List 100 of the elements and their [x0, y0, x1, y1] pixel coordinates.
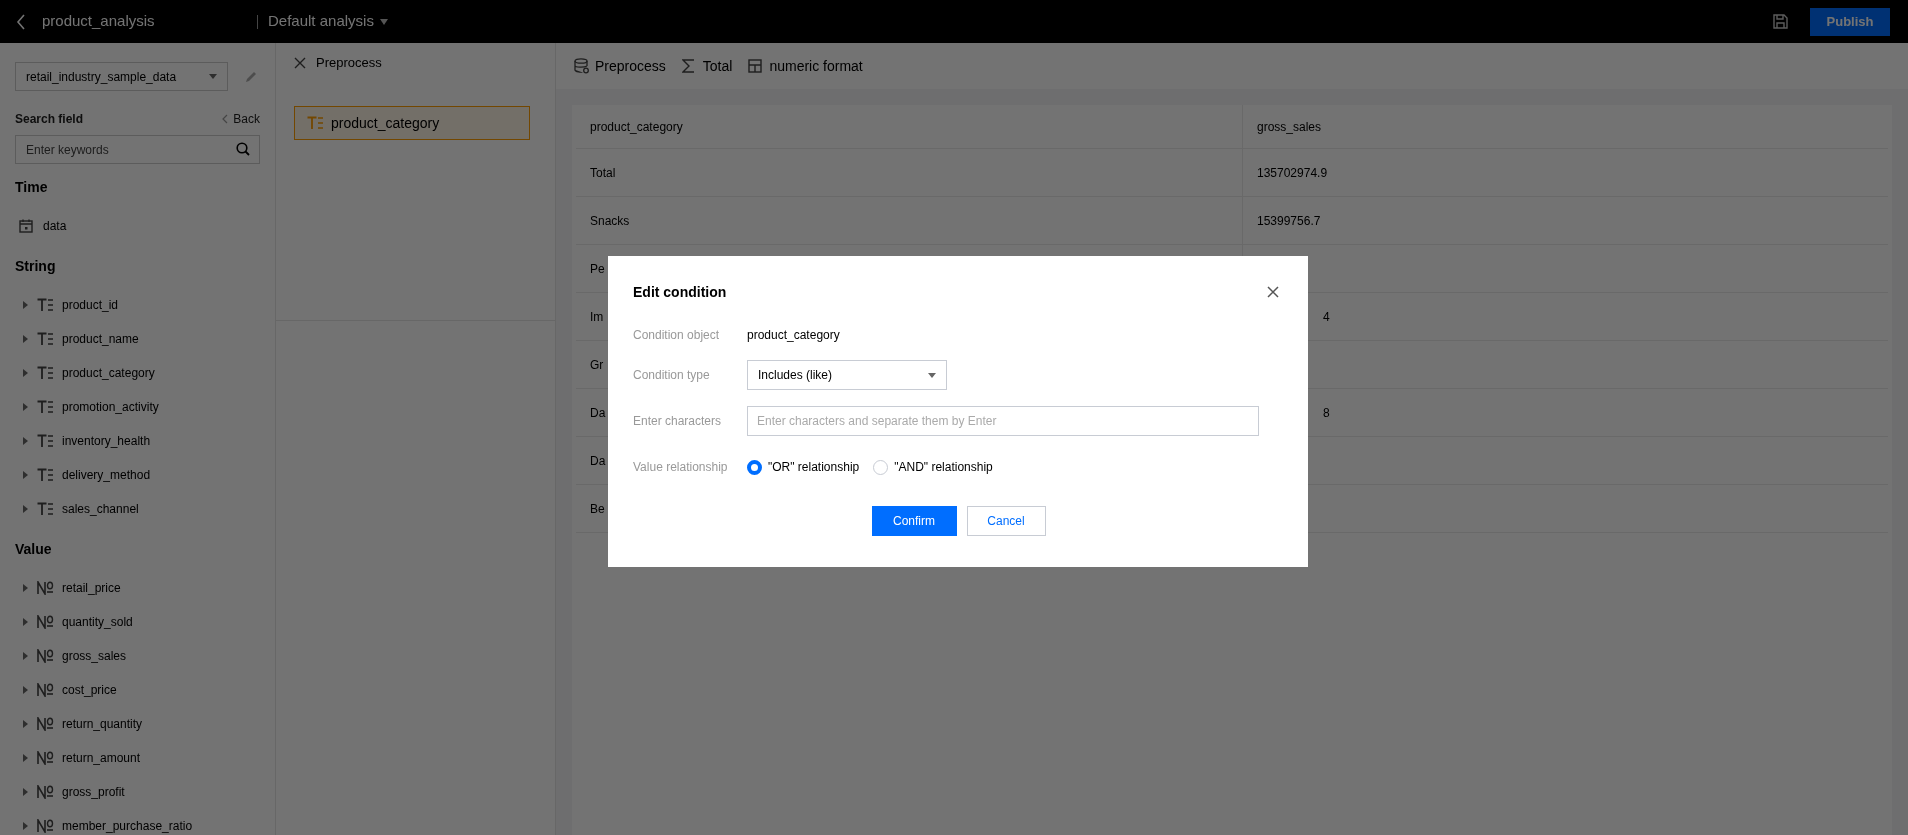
number-field-icon: [37, 581, 54, 595]
expand-caret-icon[interactable]: [23, 335, 28, 343]
calendar-icon: [19, 219, 33, 233]
expand-caret-icon[interactable]: [23, 301, 28, 309]
expand-caret-icon[interactable]: [23, 788, 28, 796]
table-icon: [748, 58, 764, 74]
caret-icon: [379, 18, 388, 25]
text-field-icon: [37, 366, 54, 380]
text-field-icon: [307, 116, 324, 130]
sigma-icon: [681, 58, 697, 74]
text-field-icon: [37, 468, 54, 482]
field-label: Value relationship: [633, 459, 729, 476]
database-gear-icon: [574, 58, 589, 74]
condition-type-dropdown[interactable]: Includes (like): [747, 360, 947, 390]
expand-caret-icon[interactable]: [23, 720, 28, 728]
field-item[interactable]: sales_channel: [15, 492, 260, 526]
group-heading: Value: [15, 540, 53, 559]
panel-title: Preprocess: [316, 54, 382, 73]
table-cell-text: Da: [590, 404, 606, 422]
field-item[interactable]: product_name: [15, 322, 260, 356]
field-item[interactable]: promotion_activity: [15, 390, 260, 424]
field-item[interactable]: gross_sales: [15, 639, 260, 673]
expand-caret-icon[interactable]: [23, 618, 28, 626]
field-label: Condition object: [633, 327, 721, 344]
table-cell-text: 15399756.7: [1257, 212, 1321, 230]
radio-option[interactable]: "OR" relationship: [747, 458, 860, 476]
table-cell-text: Da: [590, 452, 606, 470]
table-cell-text: Gr: [590, 356, 604, 374]
save-icon[interactable]: [1773, 14, 1788, 29]
characters-input[interactable]: Enter characters and separate them by Enter: [747, 406, 1259, 436]
table-cell-text: 4: [1323, 308, 1330, 326]
toolbar-button[interactable]: Total: [681, 55, 733, 77]
back-link[interactable]: Back: [222, 110, 260, 128]
field-item[interactable]: quantity_sold: [15, 605, 260, 639]
field-item[interactable]: return_quantity: [15, 707, 260, 741]
radio-option[interactable]: "AND" relationship: [873, 458, 993, 476]
field-item[interactable]: cost_price: [15, 673, 260, 707]
app-title: product_analysis: [42, 11, 155, 32]
number-field-icon: [37, 819, 54, 833]
field-item[interactable]: inventory_health: [15, 424, 260, 458]
dataset-dropdown[interactable]: retail_industry_sample_data: [15, 62, 228, 91]
table-cell-text: Pe: [590, 260, 605, 278]
number-field-icon: [37, 717, 54, 731]
number-field-icon: [37, 615, 54, 629]
field-item[interactable]: retail_price: [15, 571, 260, 605]
field-item[interactable]: data: [15, 209, 260, 243]
caret-icon: [928, 372, 936, 378]
text-field-icon: [37, 434, 54, 448]
field-item[interactable]: gross_profit: [15, 775, 260, 809]
number-field-icon: [37, 785, 54, 799]
text-field-icon: [37, 502, 54, 516]
toolbar-button[interactable]: Preprocess: [574, 55, 666, 77]
edit-icon[interactable]: [245, 70, 257, 83]
cancel-button[interactable]: Cancel: [966, 506, 1046, 536]
table-cell-text: Im: [590, 308, 604, 326]
text-field-icon: [37, 298, 54, 312]
field-label: Condition type: [633, 367, 711, 384]
table-cell-text: Be: [590, 500, 605, 518]
number-field-icon: [37, 751, 54, 765]
search-field[interactable]: Enter keywords: [15, 135, 260, 164]
search-icon[interactable]: [236, 142, 250, 156]
field-item[interactable]: product_category: [15, 356, 260, 390]
close-icon[interactable]: [294, 57, 306, 69]
column-header: product_category: [590, 118, 683, 136]
field-item[interactable]: product_id: [15, 288, 260, 322]
expand-caret-icon[interactable]: [23, 822, 28, 830]
number-field-icon: [37, 649, 54, 663]
expand-caret-icon[interactable]: [23, 369, 28, 377]
table-cell-text: 135702974.9: [1257, 164, 1328, 182]
toolbar-button[interactable]: numeric format: [748, 55, 863, 77]
table-cell-text: Total: [590, 164, 616, 182]
text-field-icon: [37, 332, 54, 346]
dialog-title: Edit condition: [633, 282, 727, 302]
field-item[interactable]: return_amount: [15, 741, 260, 775]
expand-caret-icon[interactable]: [23, 471, 28, 479]
expand-caret-icon[interactable]: [23, 403, 28, 411]
close-icon[interactable]: [1267, 286, 1279, 298]
expand-caret-icon[interactable]: [23, 686, 28, 694]
field-chip[interactable]: product_category: [294, 106, 530, 140]
table-cell-text: Snacks: [590, 212, 630, 230]
group-heading: Time: [15, 178, 49, 197]
table-cell-text: 8: [1323, 404, 1330, 422]
search-field-label: Search field: [15, 111, 84, 128]
confirm-button[interactable]: Confirm: [871, 506, 957, 536]
group-heading: String: [15, 257, 57, 276]
analysis-dropdown[interactable]: Default analysis: [268, 10, 388, 33]
publish-button[interactable]: Publish: [1810, 7, 1890, 36]
number-field-icon: [37, 683, 54, 697]
expand-caret-icon[interactable]: [23, 437, 28, 445]
field-label: Enter characters: [633, 413, 723, 430]
caret-icon: [209, 74, 217, 79]
radio-button[interactable]: [747, 459, 762, 475]
expand-caret-icon[interactable]: [23, 652, 28, 660]
field-item[interactable]: member_purchase_ratio: [15, 809, 260, 835]
field-item[interactable]: delivery_method: [15, 458, 260, 492]
text-field-icon: [37, 400, 54, 414]
field-value: product_category: [747, 327, 840, 344]
expand-caret-icon[interactable]: [23, 584, 28, 592]
expand-caret-icon[interactable]: [23, 754, 28, 762]
expand-caret-icon[interactable]: [23, 505, 28, 513]
